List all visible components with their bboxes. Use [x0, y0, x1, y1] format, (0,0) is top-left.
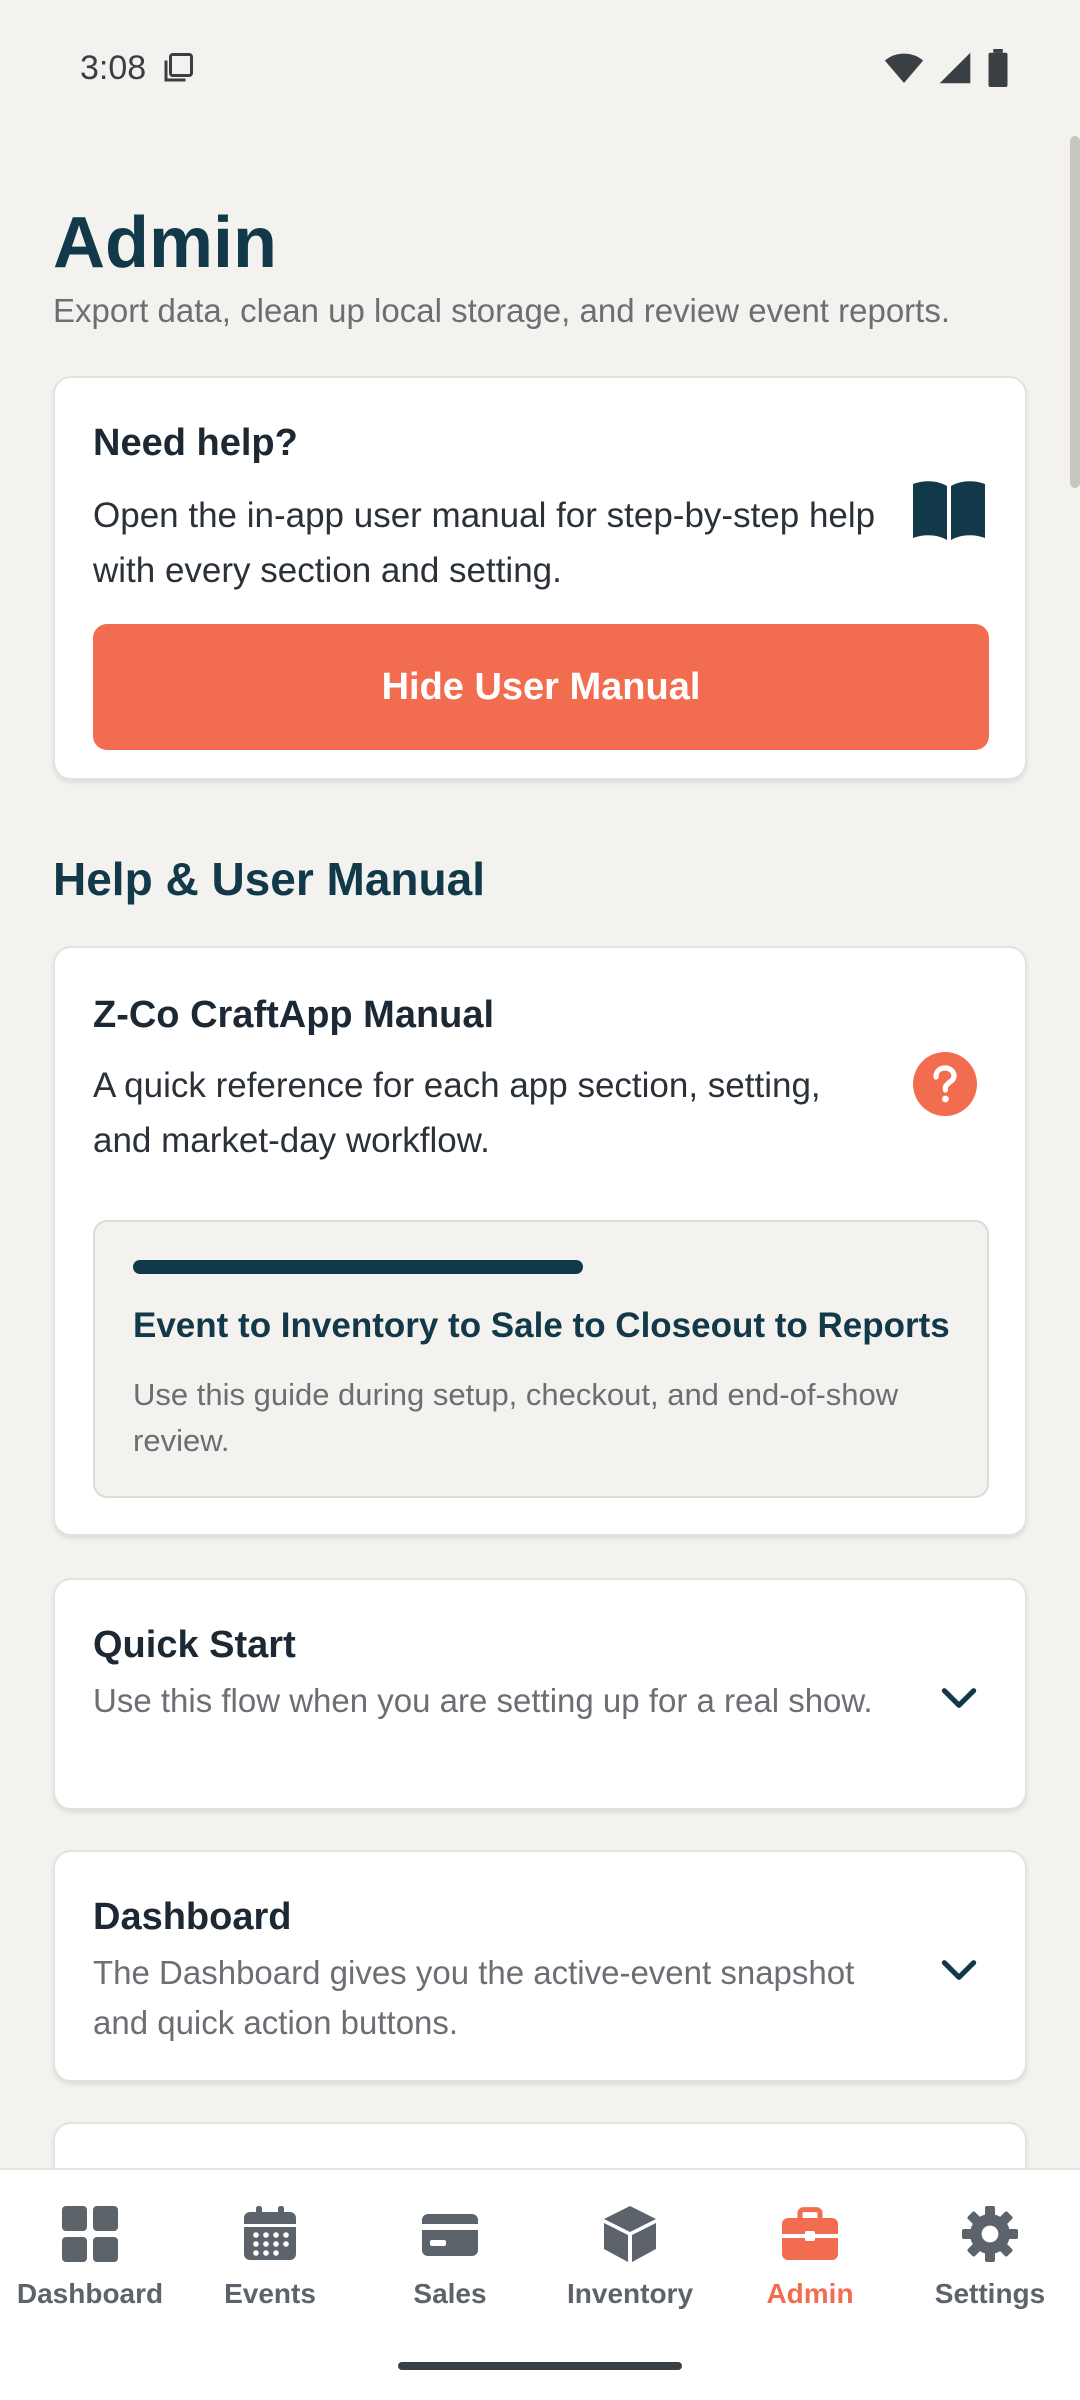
hide-user-manual-button[interactable]: Hide User Manual	[93, 624, 989, 750]
accordion-description: Use this flow when you are setting up fo…	[93, 1682, 873, 1719]
workflow-progress	[133, 1260, 583, 1274]
accordion-dashboard[interactable]: Dashboard The Dashboard gives you the ac…	[53, 1850, 1027, 2082]
wifi-icon	[884, 53, 924, 83]
card-icon	[422, 2214, 478, 2256]
dashboard-icon	[62, 2206, 118, 2262]
screenshot-notification-icon	[164, 53, 194, 82]
section-title: Help & User Manual	[53, 853, 485, 905]
nav-label: Dashboard	[16, 2278, 164, 2309]
manual-card-description: A quick reference for each app section, …	[93, 1066, 821, 1160]
manual-card-title: Z-Co CraftApp Manual	[93, 994, 495, 1036]
workflow-title: Event to Inventory to Sale to Closeout t…	[133, 1306, 950, 1345]
accordion-title: Quick Start	[93, 1624, 296, 1666]
help-card-title: Need help?	[93, 422, 298, 464]
nav-label: Events	[224, 2278, 316, 2309]
box-icon	[604, 2206, 656, 2262]
nav-item-dashboard[interactable]: Dashboard	[0, 2204, 180, 2310]
help-card: Need help? Open the in-app user manual f…	[53, 376, 1027, 780]
briefcase-icon	[782, 2207, 838, 2260]
status-right	[884, 49, 1010, 87]
battery-icon	[988, 49, 1008, 87]
accordion-next[interactable]	[53, 2122, 1027, 2168]
status-bar: 3:08	[0, 0, 1080, 136]
nav-item-settings[interactable]: Settings	[900, 2204, 1080, 2310]
nav-item-sales[interactable]: Sales	[360, 2204, 540, 2310]
nav-label: Admin	[766, 2278, 854, 2309]
accordion-title: Dashboard	[93, 1896, 292, 1938]
gear-icon	[962, 2206, 1018, 2262]
nav-label: Inventory	[566, 2278, 694, 2309]
workflow-card: Event to Inventory to Sale to Closeout t…	[93, 1220, 989, 1498]
status-left: 3:08	[80, 49, 196, 88]
home-indicator[interactable]	[398, 2362, 682, 2370]
nav-item-inventory[interactable]: Inventory	[540, 2204, 720, 2310]
workflow-description: Use this guide during setup, checkout, a…	[133, 1377, 899, 1458]
nav-label: Settings	[934, 2278, 1046, 2309]
page-title: Admin	[53, 203, 277, 283]
manual-card: Z-Co CraftApp Manual A quick reference f…	[53, 946, 1027, 1536]
chevron-down-icon[interactable]	[937, 1948, 981, 1992]
accordion-quick-start[interactable]: Quick Start Use this flow when you are s…	[53, 1578, 1027, 1810]
admin-content: Admin Export data, clean up local storag…	[0, 136, 1080, 2168]
status-time: 3:08	[80, 48, 147, 87]
help-card-description: Open the in-app user manual for step-by-…	[93, 496, 876, 590]
question-icon	[913, 1052, 977, 1116]
signal-icon	[939, 52, 971, 84]
chevron-down-icon[interactable]	[937, 1676, 981, 1720]
page-subtitle: Export data, clean up local storage, and…	[53, 292, 951, 329]
book-icon	[913, 481, 985, 540]
nav-item-admin[interactable]: Admin	[720, 2204, 900, 2310]
nav-item-events[interactable]: Events	[180, 2204, 360, 2310]
calendar-icon	[244, 2206, 296, 2260]
accordion-description: The Dashboard gives you the active-event…	[93, 1954, 855, 2041]
workflow-progress-fill	[133, 1260, 583, 1274]
nav-label: Sales	[413, 2278, 487, 2309]
